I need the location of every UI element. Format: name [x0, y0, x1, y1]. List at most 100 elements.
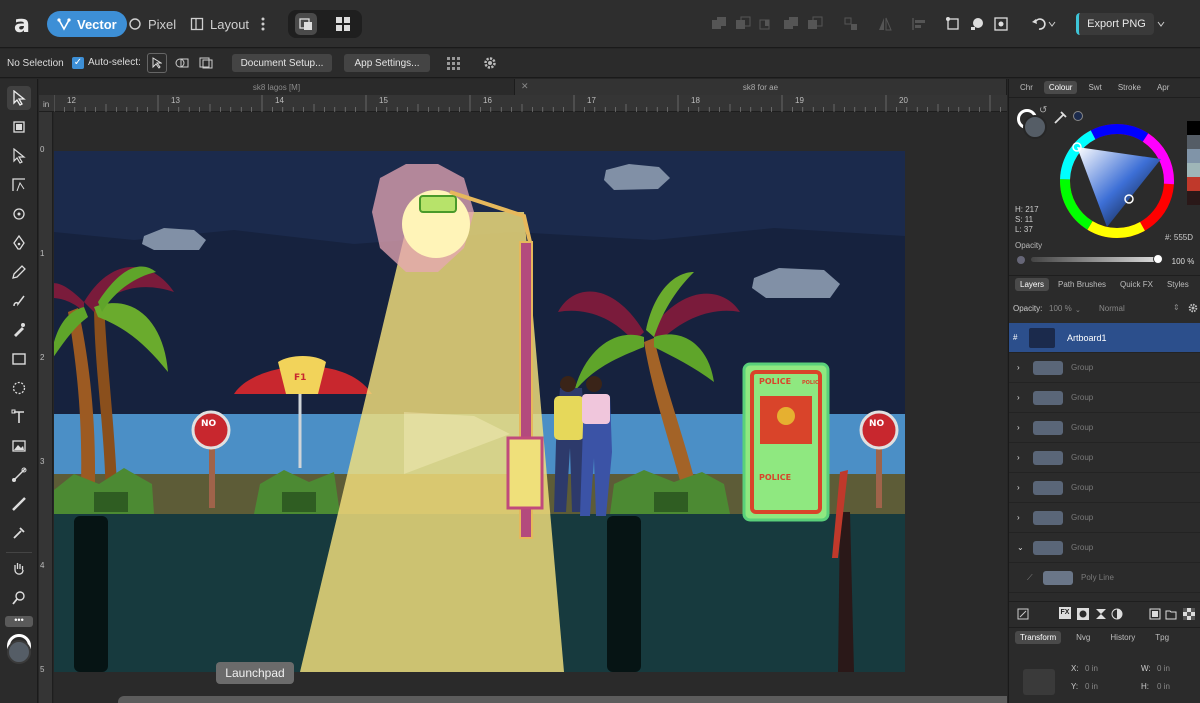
layer-row-group[interactable]: › Group	[1009, 443, 1200, 473]
swap-colours-icon[interactable]: ↺	[1039, 105, 1047, 116]
tab-transform[interactable]: Transform	[1015, 631, 1062, 644]
boolean-divide-icon[interactable]	[804, 13, 826, 35]
boolean-add-icon[interactable]	[708, 13, 730, 35]
export-png-button[interactable]: Export PNG	[1076, 13, 1154, 35]
tab-layers[interactable]: Layers	[1015, 278, 1050, 291]
chevron-right-icon[interactable]: ›	[1017, 363, 1027, 372]
document-setup-button[interactable]: Document Setup...	[232, 54, 332, 72]
transform-origin-icon[interactable]	[942, 13, 964, 35]
more-options-icon[interactable]	[252, 13, 274, 35]
tab-path-brushes[interactable]: Path Brushes	[1053, 278, 1111, 291]
artboard-illustration[interactable]: F1 NO NO POLICE POLICE POLICE	[54, 112, 1007, 703]
layer-row-group[interactable]: › Group	[1009, 353, 1200, 383]
boolean-xor-icon[interactable]	[780, 13, 802, 35]
chevron-right-icon[interactable]: ›	[1017, 393, 1027, 402]
tab-appearance[interactable]: Apr	[1152, 81, 1174, 94]
anchor-selector-icon[interactable]	[1023, 669, 1055, 695]
layer-row-group[interactable]: › Group	[1009, 503, 1200, 533]
settings-gear-icon[interactable]	[482, 55, 498, 71]
undo-dropdown-icon[interactable]	[1046, 13, 1058, 35]
grid-icon[interactable]	[332, 13, 354, 35]
chevron-down-icon[interactable]: ⌄	[1017, 543, 1027, 552]
boolean-subtract-icon[interactable]	[732, 13, 754, 35]
tab-character[interactable]: Chr	[1015, 81, 1038, 94]
layer-row-polyline[interactable]: ⟋ Poly Line	[1009, 563, 1200, 593]
canvas-viewport[interactable]: F1 NO NO POLICE POLICE POLICE Launchpad	[54, 112, 1007, 703]
app-logo-icon[interactable]: a	[8, 11, 36, 37]
more-tools-icon[interactable]: •••	[5, 616, 33, 627]
w-field[interactable]: 0 in	[1157, 664, 1170, 673]
fill-well[interactable]	[1023, 115, 1047, 139]
tab-colour[interactable]: Colour	[1043, 81, 1078, 94]
transparency-tool-icon[interactable]	[7, 463, 31, 487]
tab-swatches[interactable]: Swt	[1083, 81, 1106, 94]
chevron-right-icon[interactable]: ›	[1017, 483, 1027, 492]
tab-history[interactable]: History	[1105, 631, 1140, 644]
gradient-tool-icon[interactable]	[7, 492, 31, 516]
corner-tool-icon[interactable]	[7, 173, 31, 197]
tab-stroke[interactable]: Stroke	[1113, 81, 1146, 94]
add-group-folder-icon[interactable]	[1165, 607, 1177, 620]
layer-settings-gear-icon[interactable]	[1187, 301, 1199, 313]
chevron-right-icon[interactable]: ›	[1017, 423, 1027, 432]
live-filter-icon[interactable]	[1111, 607, 1123, 620]
artboard-tool-icon[interactable]	[7, 115, 31, 139]
chevron-right-icon[interactable]: ›	[1017, 453, 1027, 462]
opacity-value[interactable]: 100 %	[1167, 254, 1199, 268]
fx-icon[interactable]: FX	[1059, 607, 1071, 619]
point-transform-tool-icon[interactable]	[7, 202, 31, 226]
fill-tool-icon[interactable]	[7, 318, 31, 342]
snapping-grid-icon[interactable]	[446, 55, 460, 71]
doc-tab-sk8-for-ae[interactable]: ✕ sk8 for ae	[515, 79, 1007, 95]
vector-brush-tool-icon[interactable]	[7, 289, 31, 313]
persona-pixel-button[interactable]: Pixel	[118, 11, 186, 37]
pencil-tool-icon[interactable]	[7, 260, 31, 284]
flip-horizontal-icon[interactable]	[874, 13, 896, 35]
snapping-magnet-icon[interactable]	[966, 13, 988, 35]
doc-tab-sk8-lagos[interactable]: sk8 lagos [M]	[39, 79, 515, 95]
x-field[interactable]: 0 in	[1085, 664, 1098, 673]
place-image-tool-icon[interactable]	[7, 434, 31, 458]
layer-row-group[interactable]: › Group	[1009, 413, 1200, 443]
export-dropdown-icon[interactable]	[1154, 13, 1168, 35]
layer-row-group-expanded[interactable]: ⌄ Group	[1009, 533, 1200, 563]
recent-swatches[interactable]	[1187, 121, 1200, 211]
add-pixel-layer-icon[interactable]	[1149, 607, 1161, 620]
fill-stroke-swatch[interactable]	[5, 634, 33, 668]
layer-row-group[interactable]: › Group	[1009, 383, 1200, 413]
tab-quick-fx[interactable]: Quick FX	[1115, 278, 1158, 291]
tab-styles[interactable]: Styles	[1162, 278, 1194, 291]
adjustment-icon[interactable]	[1095, 607, 1107, 619]
tab-transparency[interactable]: Tpg	[1150, 631, 1174, 644]
chevron-down-icon[interactable]: ⌄	[1075, 306, 1081, 314]
edit-layer-icon[interactable]	[1017, 607, 1029, 620]
select-mode-overlap-icon[interactable]	[172, 54, 192, 72]
node-tool-icon[interactable]	[7, 144, 31, 168]
select-mode-pointer-icon[interactable]	[147, 53, 167, 73]
checker-grid-icon[interactable]	[1183, 607, 1195, 620]
y-field[interactable]: 0 in	[1085, 682, 1098, 691]
zoom-tool-icon[interactable]	[7, 586, 31, 610]
persona-vector-button[interactable]: Vector	[47, 11, 127, 37]
layer-row-group[interactable]: › Group	[1009, 473, 1200, 503]
boolean-intersect-icon[interactable]	[756, 13, 778, 35]
shape-tool-icon[interactable]	[7, 376, 31, 400]
rectangle-tool-icon[interactable]	[7, 347, 31, 371]
preview-mode-icon[interactable]	[295, 13, 317, 35]
h-field[interactable]: 0 in	[1157, 682, 1170, 691]
eyedropper-tool-icon[interactable]	[7, 521, 31, 545]
layer-row-artboard[interactable]: # Artboard1	[1009, 323, 1200, 353]
move-tool-icon[interactable]	[7, 86, 31, 110]
autoselect-checkbox[interactable]: ✓	[72, 57, 84, 69]
close-tab-icon[interactable]: ✕	[521, 81, 529, 92]
pen-tool-icon[interactable]	[7, 231, 31, 255]
persona-layout-button[interactable]: Layout	[180, 11, 259, 37]
bounding-box-icon[interactable]	[990, 13, 1012, 35]
mask-icon[interactable]	[1077, 607, 1089, 620]
text-tool-icon[interactable]	[7, 405, 31, 429]
align-icon[interactable]	[908, 13, 930, 35]
blend-mode-select[interactable]: Normal	[1099, 304, 1125, 313]
app-settings-button[interactable]: App Settings...	[344, 54, 430, 72]
snap-icon[interactable]	[840, 13, 862, 35]
colour-wheel[interactable]	[1055, 119, 1179, 243]
